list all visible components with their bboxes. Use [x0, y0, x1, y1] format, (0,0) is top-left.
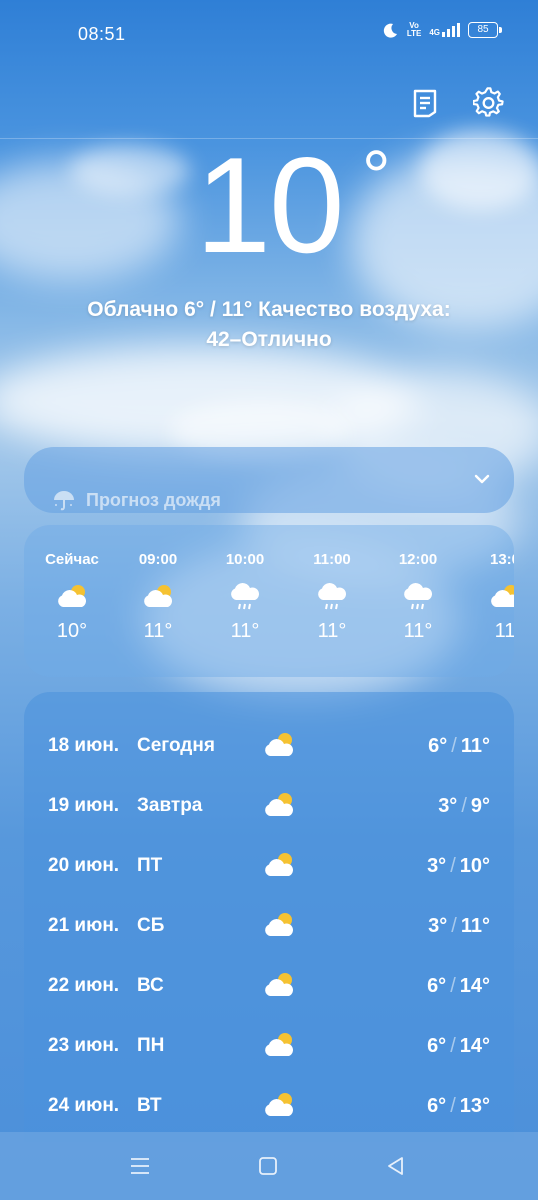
day-date: 20 июн.	[48, 855, 120, 876]
report-icon	[413, 89, 437, 118]
day-date: 19 июн.	[48, 795, 120, 816]
partly-cloudy-icon	[32, 576, 112, 616]
volte-indicator: Vo LTE	[406, 21, 422, 38]
day-temp-range: 6°/11°	[428, 735, 490, 757]
daily-row[interactable]: 21 июн. СБ 3°/11°	[24, 896, 514, 956]
status-time: 08:51	[78, 24, 126, 44]
hourly-item: 12:00 11°	[378, 551, 458, 643]
day-date: 21 июн.	[48, 915, 120, 936]
daily-row[interactable]: 22 июн. ВС 6°/14°	[24, 956, 514, 1016]
day-name: Завтра	[137, 795, 203, 816]
daily-row[interactable]: 18 июн. Сегодня 6°/11°	[24, 716, 514, 776]
partly-cloudy-icon	[465, 576, 514, 616]
daily-row[interactable]: 24 июн. ВТ 6°/13°	[24, 1076, 514, 1136]
day-name: ВС	[137, 975, 164, 996]
partly-cloudy-icon	[265, 973, 293, 996]
hourly-item: 09:00 11°	[118, 551, 198, 643]
chevron-down-icon[interactable]	[472, 469, 492, 489]
day-temp-range: 3°/11°	[428, 915, 490, 937]
hourly-item: Сейчас 10°	[32, 551, 112, 643]
battery-level: 85	[477, 24, 489, 35]
weather-summary[interactable]: Облачно 6° / 11° Качество воздуха: 42–От…	[30, 295, 508, 355]
degree-symbol: °	[361, 137, 391, 217]
day-name: Сегодня	[137, 735, 215, 756]
rain-forecast-card[interactable]: Прогноз дождя	[24, 447, 514, 513]
day-name: ВТ	[137, 1095, 162, 1116]
daily-row[interactable]: 19 июн. Завтра 3°/9°	[24, 776, 514, 836]
hourly-forecast[interactable]: Сейчас 10° 09:00 11° 10:00 11° 11:00 11°…	[24, 525, 514, 677]
day-temp-range: 6°/14°	[427, 1035, 490, 1057]
partly-cloudy-icon	[265, 733, 293, 756]
day-date: 22 июн.	[48, 975, 120, 996]
rain-icon	[292, 576, 372, 616]
day-date: 18 июн.	[48, 735, 120, 756]
daily-forecast: 18 июн. Сегодня 6°/11° 19 июн. Завтра 3°…	[24, 692, 514, 1142]
status-bar: 08:51 Vo LTE 4G 85	[0, 0, 538, 70]
hourly-item: 11:00 11°	[292, 551, 372, 643]
report-button[interactable]	[408, 86, 442, 120]
gear-icon	[473, 87, 504, 117]
day-name: СБ	[137, 915, 165, 936]
settings-button[interactable]	[472, 86, 506, 120]
navigation-bar	[0, 1132, 538, 1200]
day-name: ПТ	[137, 855, 163, 876]
day-name: ПН	[137, 1035, 165, 1056]
daily-row[interactable]: 20 июн. ПТ 3°/10°	[24, 836, 514, 896]
hourly-item: 10:00 11°	[205, 551, 285, 643]
status-icons: Vo LTE 4G 85	[383, 21, 502, 38]
signal-bars-icon	[442, 23, 460, 37]
day-date: 24 июн.	[48, 1095, 120, 1116]
current-temperature: 10 °	[195, 129, 390, 281]
top-actions	[408, 86, 506, 120]
day-temp-range: 3°/10°	[427, 855, 490, 877]
back-icon[interactable]	[384, 1154, 408, 1178]
rain-forecast-label: Прогноз дождя	[52, 489, 221, 511]
summary-air-quality: 42–Отлично	[206, 328, 332, 351]
partly-cloudy-icon	[265, 853, 293, 876]
rain-icon	[378, 576, 458, 616]
partly-cloudy-icon	[265, 1033, 293, 1056]
umbrella-icon	[54, 491, 74, 511]
partly-cloudy-icon	[265, 913, 293, 936]
partly-cloudy-icon	[265, 1093, 293, 1116]
menu-icon[interactable]	[128, 1154, 152, 1178]
daily-row[interactable]: 23 июн. ПН 6°/14°	[24, 1016, 514, 1076]
summary-conditions: Облачно 6° / 11° Качество воздуха:	[87, 298, 451, 321]
day-temp-range: 3°/9°	[438, 795, 490, 817]
battery-icon: 85	[468, 22, 502, 38]
hourly-item: 13:0 11	[465, 551, 514, 643]
partly-cloudy-icon	[118, 576, 198, 616]
moon-icon	[383, 23, 397, 38]
partly-cloudy-icon	[265, 793, 293, 816]
day-date: 23 июн.	[48, 1035, 120, 1056]
day-temp-range: 6°/13°	[427, 1095, 490, 1117]
current-weather: 10 °	[0, 135, 538, 275]
signal-indicator: 4G	[429, 23, 460, 37]
network-type: 4G	[429, 28, 440, 37]
rain-icon	[205, 576, 285, 616]
day-temp-range: 6°/14°	[427, 975, 490, 997]
home-icon[interactable]	[256, 1154, 280, 1178]
